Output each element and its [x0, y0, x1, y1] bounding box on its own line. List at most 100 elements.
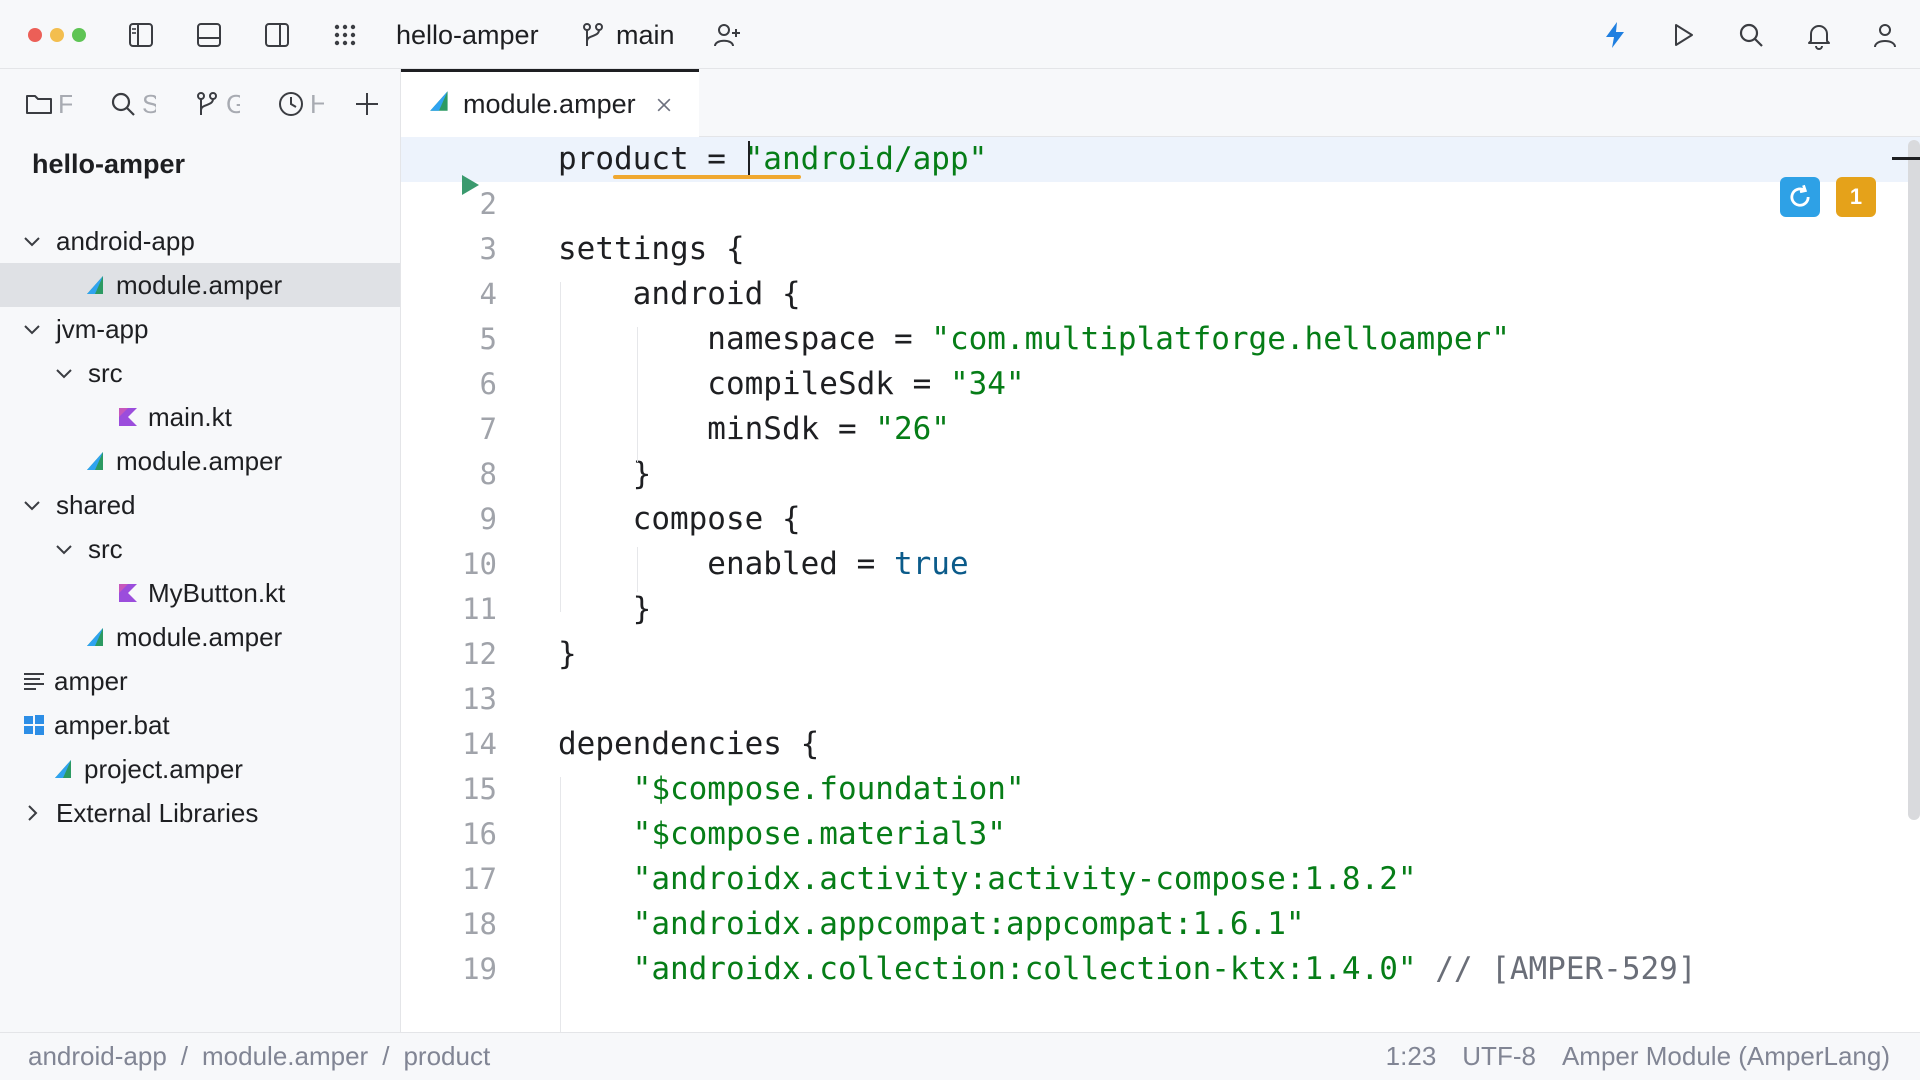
sidebar-tab-label: F [58, 88, 72, 119]
code-token: enabled = [558, 546, 894, 582]
code-editor[interactable]: product = "android/app" 2 3 settings {4 and… [401, 137, 1920, 1032]
indent-guide [637, 327, 638, 462]
sidebar-tab-search[interactable]: S [108, 87, 156, 121]
line-number[interactable]: 14 [401, 722, 497, 767]
code-text[interactable]: enabled = true [558, 542, 968, 587]
tree-item[interactable]: module.amper [0, 263, 400, 307]
code-text[interactable]: } [558, 632, 577, 677]
code-text[interactable]: compose { [558, 497, 801, 542]
main-toolbar: hello-amper main [0, 0, 1920, 69]
window-close-button[interactable] [28, 28, 42, 42]
tree-item-label: project.amper [84, 753, 243, 784]
line-number[interactable]: 12 [401, 632, 497, 677]
left-panel-toggle-icon[interactable] [122, 16, 160, 54]
vcs-branch-widget[interactable]: main [616, 18, 675, 52]
tree-item[interactable]: amper [0, 659, 400, 703]
code-text[interactable]: compileSdk = "34" [558, 362, 1024, 407]
tree-item[interactable]: src [0, 527, 400, 571]
bottom-panel-toggle-icon[interactable] [190, 16, 228, 54]
code-text[interactable]: } [558, 587, 652, 632]
code-text[interactable]: "androidx.activity:activity-compose:1.8.… [558, 857, 1417, 902]
chevron-down-icon[interactable] [20, 493, 44, 517]
status-bar: android-app / module.amper / product 1:23 UT… [0, 1032, 1920, 1080]
code-token: "androidx.appcompat:appcompat:1.6.1" [632, 906, 1305, 942]
line-number[interactable]: 16 [401, 812, 497, 857]
line-number[interactable]: 13 [401, 677, 497, 722]
chevron-right-icon[interactable] [20, 801, 44, 825]
code-token: "android/app" [744, 141, 988, 177]
code-text[interactable]: "$compose.foundation" [558, 767, 1025, 812]
line-number[interactable]: 18 [401, 902, 497, 947]
sidebar-tab-add[interactable] [352, 87, 382, 121]
breadcrumb-item[interactable]: product [403, 1041, 490, 1072]
tree-item[interactable]: External Libraries [0, 791, 400, 835]
code-token: product = [558, 141, 745, 177]
tree-item[interactable]: amper.bat [0, 703, 400, 747]
close-icon[interactable] [652, 93, 676, 117]
sidebar-tab-history[interactable]: H [276, 87, 324, 121]
line-number[interactable]: 4 [401, 272, 497, 317]
tree-item-label: amper [54, 665, 128, 696]
line-number[interactable]: 6 [401, 362, 497, 407]
editor-tab-module-amper[interactable]: module.amper [401, 69, 699, 137]
sidebar-tab-files[interactable]: F [24, 87, 72, 121]
tree-item[interactable]: jvm-app [0, 307, 400, 351]
sidebar-tab-git[interactable]: G [192, 87, 240, 121]
run-gutter-icon[interactable] [457, 172, 483, 198]
sync-reload-icon[interactable] [1780, 177, 1820, 217]
amper-file-icon [427, 88, 453, 121]
account-icon[interactable] [1866, 16, 1904, 54]
code-text[interactable]: "androidx.appcompat:appcompat:1.6.1" [558, 902, 1305, 947]
code-text[interactable]: settings { [558, 227, 745, 272]
run-icon[interactable] [1664, 16, 1702, 54]
code-text[interactable]: minSdk = "26" [558, 407, 950, 452]
tree-item[interactable]: module.amper [0, 439, 400, 483]
tree-item[interactable]: project.amper [0, 747, 400, 791]
notifications-bell-icon[interactable] [1800, 16, 1838, 54]
window-minimize-button[interactable] [50, 28, 64, 42]
lightning-icon[interactable] [1596, 16, 1634, 54]
window-zoom-button[interactable] [72, 28, 86, 42]
project-name-widget[interactable]: hello-amper [396, 18, 539, 52]
line-number[interactable]: 3 [401, 227, 497, 272]
line-number[interactable]: 17 [401, 857, 497, 902]
line-number[interactable]: 5 [401, 317, 497, 362]
chevron-down-icon[interactable] [52, 361, 76, 385]
right-panel-toggle-icon[interactable] [258, 16, 296, 54]
file-language[interactable]: Amper Module (AmperLang) [1562, 1041, 1890, 1072]
warnings-count-badge[interactable]: 1 [1836, 177, 1876, 217]
line-number[interactable]: 9 [401, 497, 497, 542]
code-text[interactable]: "$compose.material3" [558, 812, 1006, 857]
chevron-down-icon[interactable] [20, 317, 44, 341]
code-text[interactable]: "androidx.collection:collection-ktx:1.4.… [558, 947, 1697, 992]
tree-item[interactable]: shared [0, 483, 400, 527]
code-text[interactable]: android { [558, 272, 801, 317]
tree-item[interactable]: module.amper [0, 615, 400, 659]
line-number[interactable]: 10 [401, 542, 497, 587]
tree-item[interactable]: android-app [0, 219, 400, 263]
project-root-label[interactable]: hello-amper [32, 149, 185, 180]
search-icon[interactable] [1732, 16, 1770, 54]
tree-item[interactable]: main.kt [0, 395, 400, 439]
line-number[interactable]: 15 [401, 767, 497, 812]
breadcrumb-item[interactable]: android-app [28, 1041, 167, 1072]
sidebar-tab-strip: F S G H [0, 69, 400, 137]
file-encoding[interactable]: UTF-8 [1462, 1041, 1536, 1072]
add-user-icon[interactable] [708, 16, 746, 54]
editor-scrollbar[interactable] [1908, 140, 1920, 820]
line-number[interactable]: 19 [401, 947, 497, 992]
breadcrumb-item[interactable]: module.amper [202, 1041, 368, 1072]
line-number[interactable]: 7 [401, 407, 497, 452]
chevron-down-icon[interactable] [52, 537, 76, 561]
code-text[interactable]: namespace = "com.multiplatforge.helloamp… [558, 317, 1510, 362]
line-number[interactable]: 8 [401, 452, 497, 497]
main-menu-grid-icon[interactable] [326, 16, 364, 54]
chevron-down-icon[interactable] [20, 229, 44, 253]
tree-item[interactable]: MyButton.kt [0, 571, 400, 615]
line-number[interactable]: 11 [401, 587, 497, 632]
code-text[interactable]: dependencies { [558, 722, 819, 767]
caret-position[interactable]: 1:23 [1386, 1041, 1437, 1072]
tree-item[interactable]: src [0, 351, 400, 395]
